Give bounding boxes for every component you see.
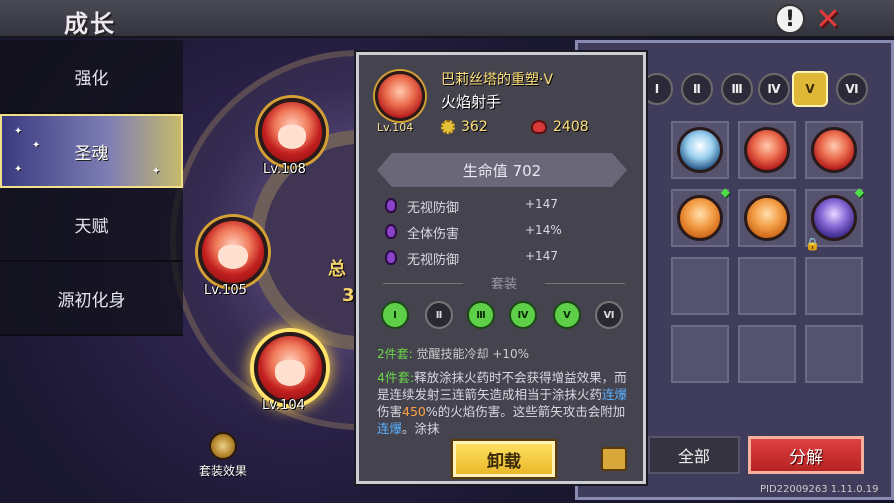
inventory-item[interactable]: ◆ <box>671 185 730 247</box>
sub-attribute-3: 无视防御 +147 <box>385 247 605 269</box>
upgrade-arrow-icon: ◆ <box>720 185 730 199</box>
main-stat-label: 生命值 702 <box>462 161 542 180</box>
inventory-item[interactable] <box>738 189 796 247</box>
sidebar-item-label: 源初化身 <box>57 290 126 311</box>
sidebar-item-label: 天赋 <box>74 216 109 237</box>
page-title: 成长 <box>64 10 116 38</box>
tier-tab-5-selected[interactable]: Ⅴ <box>792 71 828 107</box>
tier-tab-2[interactable]: Ⅱ <box>681 73 713 105</box>
inventory-item[interactable] <box>805 121 863 179</box>
set-bonus-2: 2件套: 觉醒技能冷却 +10% <box>377 347 530 361</box>
power-icon <box>531 120 547 134</box>
set-bonus-4: 4件套:释放涂抹火药时不会获得增益效果，而是连续发射三连箭矢造成相当于涂抹火药连… <box>377 370 628 435</box>
item-level: Lv.104 <box>377 121 414 134</box>
inventory-item[interactable] <box>738 121 796 179</box>
wheel-total-label: 总 <box>328 259 346 280</box>
item-portrait <box>375 71 425 121</box>
sidebar-item-label: 圣魂 <box>74 143 109 164</box>
set-piece-6[interactable]: Ⅵ <box>595 301 623 329</box>
sidebar-item-talent[interactable]: 天赋 <box>0 188 183 262</box>
decompose-button[interactable]: 分解 <box>748 436 864 474</box>
info-button[interactable]: ! <box>775 4 805 34</box>
hero-slot-2-level: Lv.105 <box>204 283 247 298</box>
wheel-total-value: 3 <box>342 285 355 306</box>
set-effect-icon <box>209 432 237 460</box>
filter-all-button[interactable]: 全部 <box>648 436 740 474</box>
set-effect-label: 套装效果 <box>198 464 247 478</box>
lock-toggle-icon[interactable] <box>601 447 627 471</box>
main-stat-band: 生命值 702 <box>377 153 627 187</box>
attribute-gem-icon <box>385 250 397 265</box>
set-piece-1[interactable]: Ⅰ <box>381 301 409 329</box>
set-section-title: 套装 <box>490 277 517 292</box>
sidebar-item-label: 强化 <box>74 68 109 89</box>
item-name: 巴莉丝塔的重塑·Ⅴ <box>441 72 554 88</box>
hero-slot-2[interactable] <box>198 217 268 287</box>
unequip-button[interactable]: 卸载 <box>453 441 555 477</box>
gear-icon <box>441 120 455 134</box>
sidebar: 强化 ✦ ✦ ✦ ✦ 圣魂 天赋 源初化身 <box>0 40 183 336</box>
top-bar: 成长 ! ✕ <box>0 0 894 38</box>
attribute-gem-icon <box>385 224 397 239</box>
inventory-empty-slot <box>671 325 729 383</box>
inventory-item[interactable] <box>671 121 729 179</box>
inventory-empty-slot <box>738 257 796 315</box>
sidebar-item-enhance[interactable]: 强化 <box>0 40 183 114</box>
inventory-item[interactable]: ◆ 🔒 <box>805 185 864 251</box>
inventory-empty-slot <box>738 325 796 383</box>
tier-tab-6[interactable]: Ⅵ <box>836 73 868 105</box>
inventory-empty-slot <box>805 325 863 383</box>
inventory-empty-slot <box>671 257 729 315</box>
set-effect-button[interactable]: 套装效果 <box>188 432 258 479</box>
build-id: PID22009263 1.11.0.19 <box>760 484 879 495</box>
set-piece-2[interactable]: Ⅱ <box>425 301 453 329</box>
lock-icon: 🔒 <box>805 237 820 251</box>
sub-attribute-2: 全体伤害 +14% <box>385 221 605 243</box>
power-stat: 2408 <box>531 119 589 135</box>
set-piece-4[interactable]: Ⅳ <box>509 301 537 329</box>
hero-slot-3-level: Lv.104 <box>262 398 305 413</box>
sub-attribute-1: 无视防御 +147 <box>385 195 605 217</box>
sidebar-item-holy-soul[interactable]: ✦ ✦ ✦ ✦ 圣魂 <box>0 114 183 188</box>
hero-slot-1-level: Lv.108 <box>263 162 306 177</box>
hero-slot-1[interactable] <box>258 98 326 166</box>
attribute-gem-icon <box>385 198 397 213</box>
tier-tab-4[interactable]: Ⅳ <box>758 73 790 105</box>
close-button[interactable]: ✕ <box>813 2 843 37</box>
item-class: 火焰射手 <box>441 93 502 111</box>
gear-score-stat: 362 <box>441 119 488 135</box>
inventory-empty-slot <box>805 257 863 315</box>
hero-slot-3-selected[interactable] <box>254 332 326 404</box>
item-detail-popup: Lv.104 巴莉丝塔的重塑·Ⅴ 火焰射手 362 2408 生命值 702 无… <box>356 52 646 484</box>
set-piece-3[interactable]: Ⅲ <box>467 301 495 329</box>
tier-tab-3[interactable]: Ⅲ <box>721 73 753 105</box>
upgrade-arrow-icon: ◆ <box>854 185 864 199</box>
sidebar-item-origin-avatar[interactable]: 源初化身 <box>0 262 183 336</box>
set-piece-5[interactable]: Ⅴ <box>553 301 581 329</box>
